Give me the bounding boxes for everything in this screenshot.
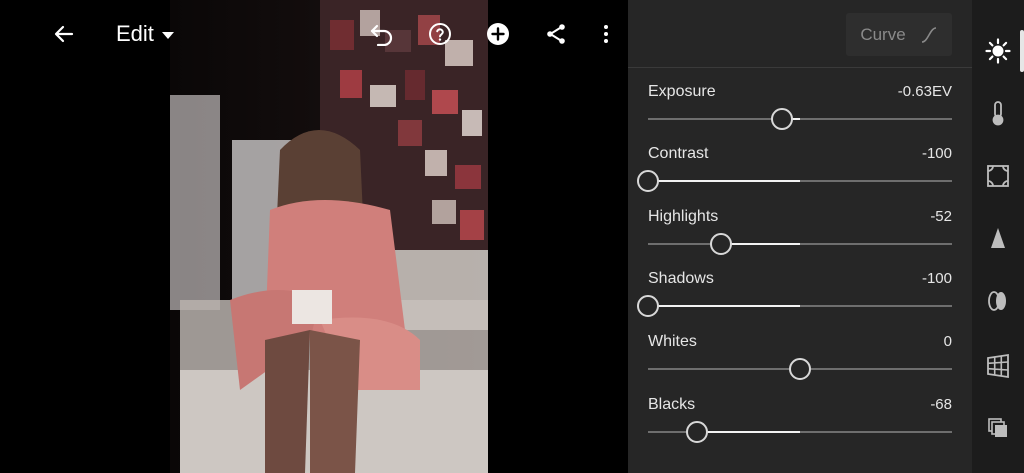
highlights-slider[interactable] (648, 233, 952, 255)
shadows-slider-knob[interactable] (637, 295, 659, 317)
curve-button[interactable]: Curve (846, 13, 952, 56)
help-icon[interactable] (424, 18, 456, 50)
effects-icon[interactable] (982, 160, 1014, 192)
back-arrow-icon[interactable] (48, 18, 80, 50)
photo-area: Edit (0, 0, 628, 473)
blacks-label: Blacks (648, 396, 696, 413)
whites-value: 0 (943, 333, 952, 350)
curve-icon (921, 26, 936, 43)
shadows-value: -100 (921, 270, 952, 287)
whites-label: Whites (648, 333, 697, 350)
contrast-slider[interactable] (637, 170, 952, 192)
presets-icon[interactable] (982, 412, 1014, 444)
curve-button-label: Curve (860, 24, 906, 44)
highlights-slider-knob[interactable] (709, 233, 732, 255)
more-vertical-icon[interactable] (590, 18, 622, 50)
light-icon[interactable] (982, 35, 1014, 67)
highlights-slider-row: Highlights -52 (648, 208, 952, 270)
exposure-label: Exposure (648, 83, 716, 100)
panel-header: Curve (628, 0, 972, 68)
contrast-value: -100 (921, 145, 952, 162)
exposure-value: -0.63EV (897, 83, 952, 100)
geometry-icon[interactable] (982, 350, 1014, 382)
highlights-label: Highlights (648, 208, 719, 225)
whites-slider-row: Whites 0 (648, 333, 952, 395)
edit-mode-dropdown[interactable]: Edit (116, 20, 174, 48)
optics-icon[interactable] (982, 285, 1014, 317)
contrast-slider-row: Contrast -100 (637, 145, 952, 207)
active-tool-indicator (1020, 30, 1024, 72)
blacks-value: -68 (930, 396, 952, 413)
blacks-slider-row: Blacks -68 (648, 396, 952, 458)
exposure-slider-knob[interactable] (770, 108, 793, 130)
detail-icon[interactable] (982, 222, 1014, 254)
shadows-slider[interactable] (637, 295, 952, 317)
share-icon[interactable] (540, 18, 572, 50)
exposure-slider-row: Exposure -0.63EV (648, 83, 952, 145)
blacks-slider[interactable] (648, 421, 952, 443)
add-icon[interactable] (482, 18, 514, 50)
edit-mode-label: Edit (116, 21, 154, 46)
whites-slider-knob[interactable] (789, 358, 811, 380)
undo-icon[interactable] (366, 18, 398, 50)
light-adjustments-panel: Curve Exposure -0.63EV Contrast -100 Hig… (628, 0, 972, 473)
top-toolbar: Edit (0, 0, 628, 68)
edited-photo[interactable] (170, 0, 488, 473)
caret-down-icon (161, 31, 174, 39)
exposure-slider[interactable] (648, 108, 952, 130)
shadows-label: Shadows (648, 270, 714, 287)
edit-tool-strip (972, 0, 1024, 473)
whites-slider[interactable] (648, 358, 952, 380)
contrast-slider-knob[interactable] (637, 170, 659, 192)
shadows-slider-row: Shadows -100 (637, 270, 952, 332)
photo-illustration (170, 0, 488, 473)
contrast-label: Contrast (648, 145, 709, 162)
highlights-value: -52 (930, 208, 952, 225)
blacks-slider-knob[interactable] (685, 421, 708, 443)
color-temperature-icon[interactable] (982, 97, 1014, 129)
